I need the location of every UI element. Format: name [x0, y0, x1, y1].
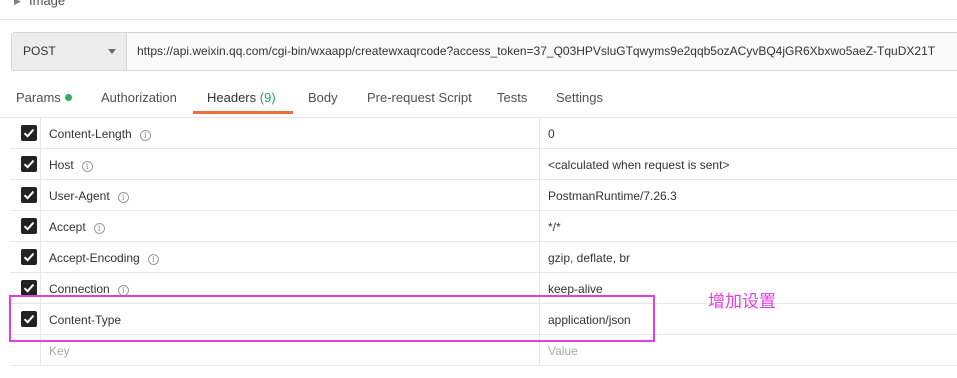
tab-label: Authorization: [101, 90, 177, 105]
header-value: <calculated when request is sent>: [548, 158, 730, 172]
table-row: Accept-Encoding i gzip, deflate, br: [10, 242, 957, 273]
header-value: gzip, deflate, br: [548, 251, 631, 265]
tab-tests[interactable]: Tests: [497, 90, 527, 105]
tab-body[interactable]: Body: [308, 90, 338, 105]
status-dot-icon: [64, 94, 72, 101]
request-tabs: Params Authorization Headers (9) Body Pr…: [0, 84, 957, 114]
tab-label: Headers: [207, 90, 257, 105]
section-label: Image: [29, 0, 66, 8]
checkmark-icon: [23, 252, 35, 262]
checkmark-icon: [23, 128, 35, 138]
info-icon[interactable]: i: [139, 130, 151, 141]
value-cell[interactable]: 0: [540, 118, 957, 148]
checkbox[interactable]: [21, 125, 37, 141]
key-cell[interactable]: Content-Length i: [41, 118, 540, 148]
header-value: 0: [548, 127, 555, 141]
info-icon[interactable]: i: [147, 254, 159, 265]
tab-label: Params: [16, 90, 61, 105]
tab-params[interactable]: Params: [16, 90, 72, 105]
table-row: Accept i */*: [10, 211, 957, 242]
value-cell[interactable]: gzip, deflate, br: [540, 242, 957, 272]
tab-count: (9): [259, 90, 276, 105]
table-row: Host i <calculated when request is sent>: [10, 149, 957, 180]
checkbox[interactable]: [21, 187, 37, 203]
tab-label: Pre-request Script: [367, 90, 472, 105]
collapsed-section[interactable]: ▶ Image: [0, 0, 957, 20]
request-bar: POST https://api.weixin.qq.com/cgi-bin/w…: [11, 32, 957, 71]
method-select[interactable]: POST: [12, 33, 127, 70]
header-key: Accept-Encoding: [49, 251, 140, 265]
checkmark-icon: [23, 221, 35, 231]
checkmark-icon: [23, 283, 35, 293]
header-value: keep-alive: [548, 282, 603, 296]
caret-right-icon: ▶: [14, 0, 21, 6]
header-key: Connection: [49, 282, 110, 296]
key-cell[interactable]: Host i: [41, 149, 540, 179]
url-input[interactable]: https://api.weixin.qq.com/cgi-bin/wxaapp…: [127, 33, 957, 70]
value-cell[interactable]: PostmanRuntime/7.26.3: [540, 180, 957, 210]
checkbox[interactable]: [21, 249, 37, 265]
annotation-text: 增加设置: [708, 292, 776, 312]
value-placeholder: Value: [548, 344, 578, 358]
info-icon[interactable]: i: [117, 192, 129, 203]
checkbox[interactable]: [21, 280, 37, 296]
tab-label: Settings: [556, 90, 603, 105]
tab-headers[interactable]: Headers (9): [207, 90, 276, 105]
value-cell[interactable]: <calculated when request is sent>: [540, 149, 957, 179]
checkmark-icon: [23, 190, 35, 200]
key-cell[interactable]: Accept-Encoding i: [41, 242, 540, 272]
header-key: Host: [49, 158, 74, 172]
key-cell[interactable]: Accept i: [41, 211, 540, 241]
checkbox[interactable]: [21, 156, 37, 172]
method-label: POST: [23, 44, 56, 58]
table-row: User-Agent i PostmanRuntime/7.26.3: [10, 180, 957, 211]
tab-authorization[interactable]: Authorization: [101, 90, 177, 105]
tab-settings[interactable]: Settings: [556, 90, 603, 105]
key-placeholder: Key: [49, 344, 70, 358]
key-cell[interactable]: User-Agent i: [41, 180, 540, 210]
header-key: Accept: [49, 220, 86, 234]
tab-label: Tests: [497, 90, 528, 105]
url-text: https://api.weixin.qq.com/cgi-bin/wxaapp…: [137, 44, 936, 58]
checkmark-icon: [23, 159, 35, 169]
tab-label: Body: [308, 90, 338, 105]
header-value: */*: [548, 220, 561, 234]
tab-pre-request-script[interactable]: Pre-request Script: [367, 90, 472, 105]
header-key: Content-Length: [49, 127, 132, 141]
value-cell[interactable]: */*: [540, 211, 957, 241]
info-icon[interactable]: i: [93, 223, 105, 234]
chevron-down-icon: [108, 49, 116, 54]
header-key: User-Agent: [49, 189, 110, 203]
active-tab-indicator: [193, 111, 293, 114]
annotation-highlight-box: [9, 295, 655, 342]
checkbox[interactable]: [21, 218, 37, 234]
header-value: PostmanRuntime/7.26.3: [548, 189, 677, 203]
info-icon[interactable]: i: [81, 161, 93, 172]
table-row: Content-Length i 0: [10, 118, 957, 149]
